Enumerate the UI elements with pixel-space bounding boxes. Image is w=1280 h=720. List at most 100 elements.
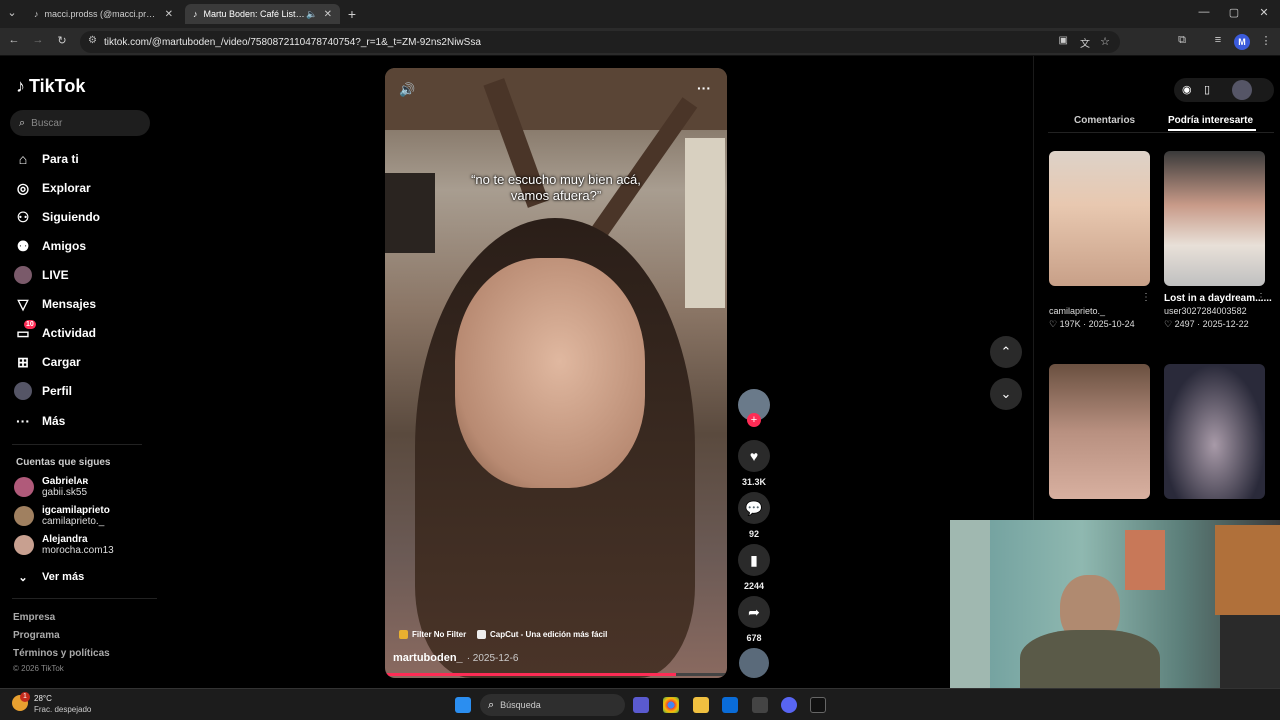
suggested-video-thumb[interactable] bbox=[1049, 151, 1150, 286]
close-window-icon[interactable]: ✕ bbox=[1256, 6, 1272, 19]
task-view-icon[interactable] bbox=[633, 697, 649, 713]
nav-label: Mensajes bbox=[42, 297, 97, 311]
compass-icon[interactable]: ◉ bbox=[1182, 83, 1192, 96]
browser-tab-2[interactable]: ♪ Martu Boden: Café Listo pa 🔈 ✕ bbox=[185, 4, 340, 24]
sidebar-item-mas[interactable]: ··· Más bbox=[14, 412, 65, 430]
reading-list-icon[interactable]: ≡ bbox=[1210, 34, 1226, 46]
progress-track[interactable] bbox=[385, 673, 727, 676]
menu-kebab-icon[interactable]: ⋮ bbox=[1258, 34, 1274, 47]
windows-start-icon[interactable] bbox=[455, 697, 471, 713]
face bbox=[455, 258, 645, 488]
device-icon[interactable]: ▯ bbox=[1204, 83, 1210, 96]
terminal-icon[interactable] bbox=[810, 697, 826, 713]
nav-label: LIVE bbox=[42, 268, 69, 282]
caption-line: vamos afuera?” bbox=[510, 188, 602, 203]
friends-icon: ⚉ bbox=[16, 237, 30, 254]
volume-icon[interactable]: 🔊 bbox=[399, 82, 415, 98]
maximize-icon[interactable]: ▢ bbox=[1226, 6, 1242, 19]
nav-label: Actividad bbox=[42, 326, 97, 340]
previous-video-button[interactable]: ⌃ bbox=[990, 336, 1022, 368]
url-field[interactable]: ⚙ tiktok.com/@martuboden_/video/75808721… bbox=[80, 31, 1120, 53]
capcut-icon bbox=[477, 630, 486, 639]
avatar bbox=[14, 535, 34, 555]
tab-podria-interesarte[interactable]: Podría interesarte bbox=[1168, 115, 1253, 126]
author-name[interactable]: martuboden_ bbox=[393, 652, 463, 664]
footer-link-empresa[interactable]: Empresa bbox=[13, 612, 55, 623]
capcut-chip[interactable]: CapCut - Una edición más fácil bbox=[477, 630, 607, 639]
filter-chip[interactable]: Filter No Filter bbox=[399, 630, 466, 639]
forward-icon[interactable]: → bbox=[30, 34, 46, 46]
minimize-icon[interactable]: — bbox=[1196, 6, 1212, 18]
video-player[interactable]: 🔊 ··· “no te escucho muy bien acá, vamos… bbox=[385, 68, 727, 678]
brand-name: TikTok bbox=[29, 76, 86, 96]
site-info-icon[interactable]: ⚙ bbox=[88, 35, 97, 46]
video-title[interactable]: camilaprieto._ bbox=[1049, 305, 1135, 318]
sidebar-item-mensajes[interactable]: ▽ Mensajes bbox=[14, 295, 96, 313]
bookmark-star-icon[interactable]: ☆ bbox=[1100, 35, 1110, 48]
sidebar-item-actividad[interactable]: ▭ 10 Actividad bbox=[14, 320, 97, 342]
footer-link-programa[interactable]: Programa bbox=[13, 630, 60, 641]
sidebar-item-amigos[interactable]: ⚉ Amigos bbox=[14, 237, 86, 255]
back-icon[interactable]: ← bbox=[6, 34, 22, 46]
see-more-button[interactable]: ⌄ Ver más bbox=[14, 568, 84, 586]
next-video-button[interactable]: ⌄ bbox=[990, 378, 1022, 410]
reload-icon[interactable]: ↻ bbox=[54, 34, 70, 47]
heart-icon: ♡ bbox=[1049, 319, 1060, 329]
follow-plus-icon[interactable]: + bbox=[747, 413, 761, 427]
avatar[interactable] bbox=[1232, 80, 1252, 100]
sidebar-item-live[interactable]: LIVE bbox=[14, 266, 69, 284]
comment-button[interactable]: 💬 92 bbox=[737, 492, 771, 539]
like-button[interactable]: ♥ 31.3K bbox=[737, 440, 771, 487]
footer-link-terminos[interactable]: Términos y políticas bbox=[13, 648, 110, 659]
extensions-icon[interactable]: ⧉ bbox=[1174, 34, 1190, 47]
discord-icon[interactable] bbox=[781, 697, 797, 713]
tab-list-icon[interactable]: ⌄ bbox=[4, 6, 20, 19]
suggested-video-thumb[interactable] bbox=[1164, 151, 1265, 286]
post-date: · 2025-12-6 bbox=[466, 653, 519, 664]
sidebar-item-siguiendo[interactable]: ⚇ Siguiendo bbox=[14, 208, 100, 226]
translate-icon[interactable]: 文 bbox=[1080, 35, 1090, 50]
tab-comentarios[interactable]: Comentarios bbox=[1074, 115, 1135, 126]
sidebar-item-para-ti[interactable]: ⌂ Para ti bbox=[14, 150, 79, 168]
divider bbox=[1048, 132, 1274, 133]
caption-line: “no te escucho muy bien acá, bbox=[471, 172, 641, 187]
close-tab-icon[interactable]: ✕ bbox=[324, 9, 332, 20]
file-explorer-icon[interactable] bbox=[693, 697, 709, 713]
tiktok-logo[interactable]: ♪ TikTok bbox=[16, 76, 85, 97]
monitor bbox=[1220, 615, 1280, 688]
sidebar-item-explorar[interactable]: ◎ Explorar bbox=[14, 179, 91, 197]
browser-tab-1[interactable]: ♪ macci.prodss (@macci.prodss2 ✕ bbox=[26, 4, 181, 24]
more-options-icon[interactable]: ⋮ bbox=[1256, 292, 1266, 303]
sidebar-item-cargar[interactable]: ⊞ Cargar bbox=[14, 353, 81, 371]
chrome-icon[interactable] bbox=[663, 697, 679, 713]
sidebar-item-perfil[interactable]: Perfil bbox=[14, 382, 72, 400]
chip-label: CapCut - Una edición más fácil bbox=[490, 630, 608, 639]
progress-fill bbox=[385, 673, 676, 676]
tab-title: macci.prodss (@macci.prodss2 bbox=[44, 9, 159, 19]
avatar bbox=[14, 506, 34, 526]
profile-avatar[interactable]: M bbox=[1234, 34, 1250, 50]
taskbar-search[interactable]: ⌕ Búsqueda bbox=[480, 694, 625, 716]
chevron-up-icon: ⌃ bbox=[1000, 344, 1012, 359]
share-button[interactable]: ➦ 678 bbox=[737, 596, 771, 643]
more-options-icon[interactable]: ⋮ bbox=[1141, 292, 1151, 303]
install-app-icon[interactable]: ▣ bbox=[1059, 35, 1068, 46]
save-button[interactable]: ▮ 2244 bbox=[737, 544, 771, 591]
following-account[interactable]: Alejandra morocha.com13 bbox=[14, 534, 114, 556]
creator-avatar-button[interactable]: + bbox=[737, 389, 771, 427]
url-text: tiktok.com/@martuboden_/video/7580872110… bbox=[104, 36, 481, 48]
suggested-video-thumb[interactable] bbox=[1049, 364, 1150, 499]
weather-desc: Frac. despejado bbox=[34, 705, 92, 714]
store-icon[interactable] bbox=[722, 697, 738, 713]
sound-disc-button[interactable] bbox=[737, 648, 771, 678]
app-icon[interactable] bbox=[752, 697, 768, 713]
close-tab-icon[interactable]: ✕ bbox=[165, 9, 173, 20]
divider bbox=[12, 444, 142, 445]
search-input[interactable]: ⌕ Buscar bbox=[10, 110, 150, 136]
suggested-video-thumb[interactable] bbox=[1164, 364, 1265, 499]
following-account[interactable]: Gabrielᴀʀ gabii.sk55 bbox=[14, 476, 88, 498]
new-tab-icon[interactable]: + bbox=[344, 6, 360, 22]
more-options-icon[interactable]: ··· bbox=[697, 80, 711, 96]
following-account[interactable]: igcamilaprieto camilaprieto._ bbox=[14, 505, 110, 527]
video-user[interactable]: user3027284003582 bbox=[1164, 305, 1276, 318]
